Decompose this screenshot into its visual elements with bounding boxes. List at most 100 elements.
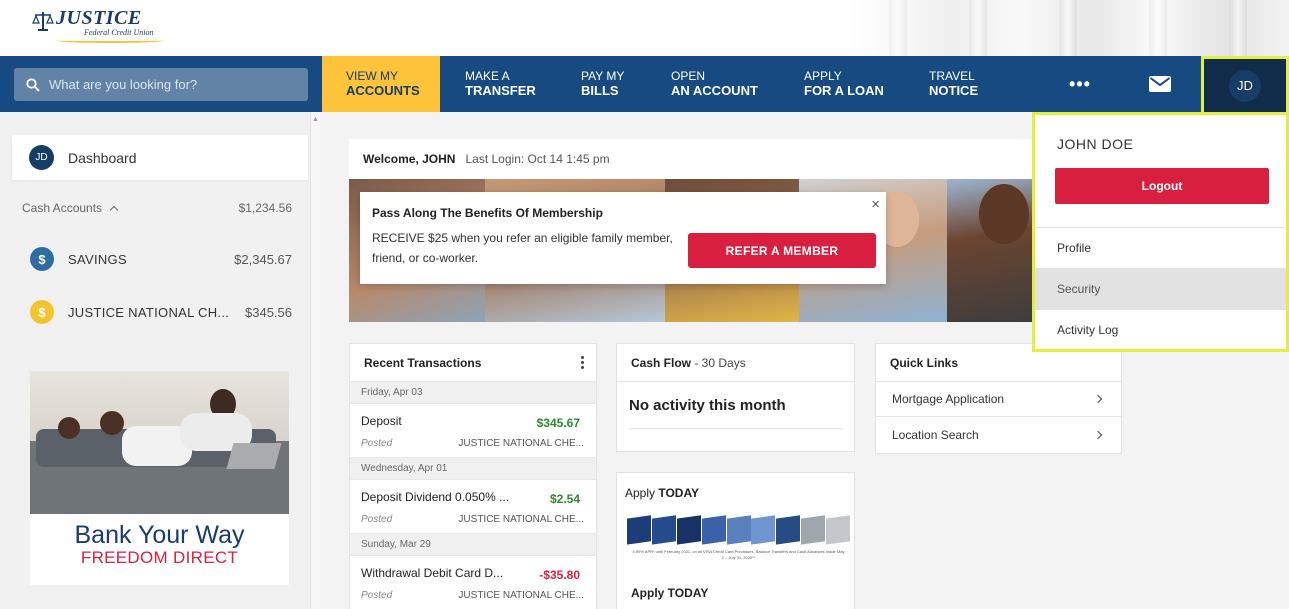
referral-body: RECEIVE $25 when you refer an eligible f… xyxy=(372,231,673,265)
brand-subtitle: Federal Credit Union xyxy=(84,28,154,37)
avatar: JD xyxy=(1229,69,1261,102)
quick-link-label: Mortgage Application xyxy=(892,392,1005,406)
welcome-greeting: Welcome, JOHN xyxy=(363,152,456,166)
cash-flow-title: Cash Flow xyxy=(631,355,692,370)
main-nav-bar: VIEW MY ACCOUNTS MAKE A TRANSFER PAY MY … xyxy=(0,56,1289,112)
referral-title: Pass Along The Benefits Of Membership xyxy=(372,206,603,220)
cash-accounts-label: Cash Accounts xyxy=(22,201,119,215)
nav-travel-notice[interactable]: TRAVEL NOTICE xyxy=(929,56,978,112)
brand-name: JUSTICE xyxy=(56,7,142,29)
promo-subheadline: FREEDOM DIRECT xyxy=(80,548,239,567)
welcome-bar: Welcome, JOHN Last Login: Oct 14 1:45 pm xyxy=(349,139,1039,179)
nav-line2: NOTICE xyxy=(929,83,979,98)
nav-line1: APPLY xyxy=(804,69,842,83)
quick-link-mortgage-application[interactable]: Mortgage Application xyxy=(876,382,1121,417)
account-row-checking[interactable]: $ JUSTICE NATIONAL CH... $345.56 xyxy=(30,300,292,324)
sidebar-item-dashboard[interactable]: JD Dashboard xyxy=(12,135,308,180)
nav-make-a-transfer[interactable]: MAKE A TRANSFER xyxy=(465,56,536,112)
date-header: Sunday, Mar 29 xyxy=(350,534,596,556)
sidebar-scrollbar[interactable]: ▲ xyxy=(310,112,320,609)
account-balance: $345.56 xyxy=(245,304,292,320)
user-dropdown-menu: JOHN DOE Logout Profile Security Activit… xyxy=(1032,112,1289,352)
transaction-account: JUSTICE NATIONAL CHE... xyxy=(458,590,584,601)
chevron-up-icon xyxy=(110,205,119,215)
logout-button[interactable]: Logout xyxy=(1055,168,1269,204)
account-row-savings[interactable]: $ SAVINGS $2,345.67 xyxy=(30,247,292,271)
transaction-status: Posted xyxy=(361,590,393,601)
dropdown-item-activity-log[interactable]: Activity Log xyxy=(1035,309,1286,349)
recent-transactions-card: Recent Transactions Friday, Apr 03 Depos… xyxy=(349,343,597,609)
credit-cards-promo-image: 4.99% APR* until February 2021, on all V… xyxy=(627,515,851,573)
transaction-row[interactable]: Deposit $345.67 Posted JUSTICE NATIONAL … xyxy=(350,404,596,458)
account-name: JUSTICE NATIONAL CH... xyxy=(68,304,230,320)
dropdown-item-profile[interactable]: Profile xyxy=(1035,227,1286,268)
nav-line2: BILLS xyxy=(581,83,619,98)
brand-swoosh xyxy=(56,38,164,43)
nav-line1: OPEN xyxy=(671,69,706,83)
transaction-status: Posted xyxy=(361,514,393,525)
transaction-amount: $2.54 xyxy=(549,492,580,506)
brand-logo[interactable]: JUSTICE Federal Credit Union xyxy=(32,8,164,43)
cash-accounts-text: Cash Accounts xyxy=(22,201,103,215)
apply-today-link[interactable]: Apply TODAY xyxy=(631,586,708,600)
apply-title-a: Apply xyxy=(625,486,659,500)
messages-button[interactable] xyxy=(1140,56,1180,112)
account-balance: $2,345.67 xyxy=(234,251,292,267)
user-full-name: JOHN DOE xyxy=(1057,136,1134,152)
promo-banner[interactable]: Bank Your Way FREEDOM DIRECT xyxy=(30,371,289,585)
dollar-icon: $ xyxy=(30,247,54,271)
transaction-account: JUSTICE NATIONAL CHE... xyxy=(458,514,584,525)
more-menu-button[interactable]: ••• xyxy=(1060,56,1100,112)
dollar-icon: $ xyxy=(30,300,54,324)
date-header: Wednesday, Apr 01 xyxy=(350,458,596,480)
dropdown-item-security[interactable]: Security xyxy=(1035,268,1286,309)
date-header: Friday, Apr 03 xyxy=(350,382,596,404)
top-header: JUSTICE Federal Credit Union xyxy=(0,0,1289,56)
apply-title-b: TODAY xyxy=(658,486,700,500)
transaction-row[interactable]: Deposit Dividend 0.050% ... $2.54 Posted… xyxy=(350,480,596,534)
nav-line2: AN ACCOUNT xyxy=(671,83,758,98)
nav-line1: MAKE A xyxy=(465,69,510,83)
cash-accounts-toggle[interactable]: Cash Accounts $1,234.56 xyxy=(22,201,292,215)
envelope-icon xyxy=(1149,76,1171,92)
search-icon xyxy=(26,77,40,92)
cash-flow-empty-message: No activity this month xyxy=(629,397,786,414)
transaction-row[interactable]: Withdrawal Debit Card D... -$35.80 Poste… xyxy=(350,556,596,609)
family-couch-photo xyxy=(30,371,289,514)
nav-view-my-accounts[interactable]: VIEW MY ACCOUNTS xyxy=(322,56,440,112)
transaction-account: JUSTICE NATIONAL CHE... xyxy=(458,438,584,449)
transaction-amount: $345.67 xyxy=(536,416,580,430)
nav-pay-my-bills[interactable]: PAY MY BILLS xyxy=(581,56,624,112)
search-input[interactable] xyxy=(49,77,289,92)
refer-a-member-button[interactable]: REFER A MEMBER xyxy=(688,233,876,268)
dashboard-label: Dashboard xyxy=(68,149,137,166)
referral-popup: Pass Along The Benefits Of Membership RE… xyxy=(360,192,886,284)
kebab-menu-icon[interactable] xyxy=(581,356,584,369)
scales-of-justice-icon xyxy=(32,12,54,31)
header-columns-decoration xyxy=(849,0,1289,56)
cash-flow-card: Cash Flow - 30 Days No activity this mon… xyxy=(616,343,855,452)
scroll-up-icon: ▲ xyxy=(312,116,319,123)
account-name: SAVINGS xyxy=(68,251,127,267)
apply-today-card[interactable]: Apply TODAY 4.99% APR* until February 20… xyxy=(616,472,855,609)
close-icon[interactable]: × xyxy=(871,196,880,213)
nav-line1: VIEW MY xyxy=(346,69,399,83)
chevron-right-icon xyxy=(1093,394,1103,404)
sidebar: JD Dashboard Cash Accounts $1,234.56 $ S… xyxy=(0,112,310,609)
user-menu-button[interactable]: JD xyxy=(1201,56,1289,112)
avatar-small: JD xyxy=(29,145,54,170)
recent-transactions-title: Recent Transactions xyxy=(364,355,482,370)
nav-open-an-account[interactable]: OPEN AN ACCOUNT xyxy=(671,56,758,112)
search-box[interactable] xyxy=(14,68,308,101)
nav-line2: TRANSFER xyxy=(465,83,536,98)
chevron-right-icon xyxy=(1093,430,1103,439)
quick-link-location-search[interactable]: Location Search xyxy=(876,417,1121,452)
apr-offer-text: 4.99% APR* until February 2021, on all V… xyxy=(632,549,845,560)
nav-line1: TRAVEL xyxy=(929,69,975,83)
cash-accounts-total: $1,234.56 xyxy=(238,201,292,215)
promo-headline: Bank Your Way xyxy=(74,521,245,549)
nav-apply-for-a-loan[interactable]: APPLY FOR A LOAN xyxy=(804,56,884,112)
transaction-status: Posted xyxy=(361,438,393,449)
nav-line1: PAY MY xyxy=(581,69,625,83)
last-login: Last Login: Oct 14 1:45 pm xyxy=(465,152,610,166)
